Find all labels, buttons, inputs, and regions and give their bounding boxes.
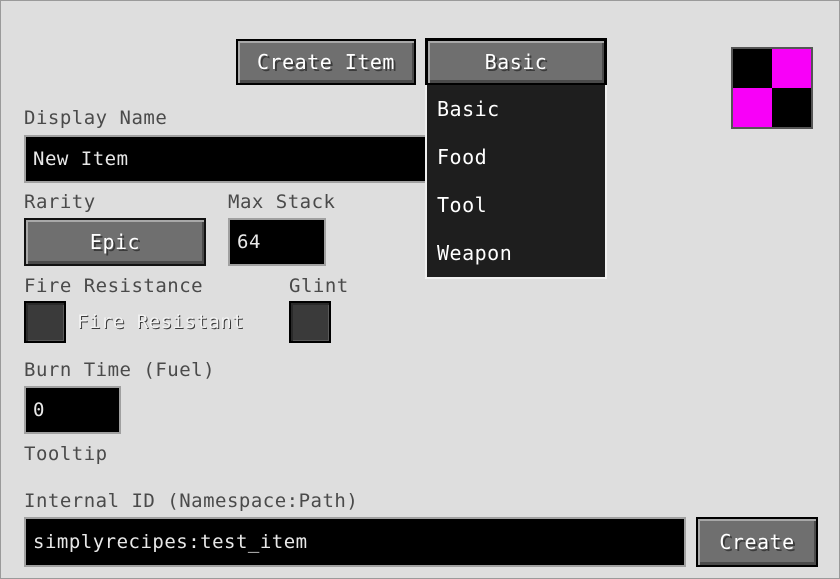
item-type-select[interactable]: Basic [426,39,606,85]
item-type-dropdown: Basic Food Tool Weapon [425,85,607,279]
editor-panel: Create Item Basic Display Name New Item … [0,0,840,579]
fire-resistance-label: Fire Resistance [24,275,204,297]
max-stack-input[interactable]: 64 [228,218,326,266]
max-stack-label: Max Stack [228,191,336,213]
display-name-label: Display Name [24,107,168,129]
fire-resistant-checkbox-label: Fire Resistant [77,311,245,333]
display-name-input[interactable]: New Item [24,135,428,183]
missing-texture-icon [731,47,813,129]
preview-cell-black-2 [772,88,811,127]
dropdown-option-basic[interactable]: Basic [437,97,500,121]
create-button[interactable]: Create [696,517,818,567]
preview-cell-magenta-1 [772,49,811,88]
dropdown-option-tool[interactable]: Tool [437,193,487,217]
preview-cell-black-1 [733,49,772,88]
preview-cell-magenta-2 [733,88,772,127]
rarity-label: Rarity [24,191,96,213]
burn-time-label: Burn Time (Fuel) [24,359,216,381]
create-item-button[interactable]: Create Item [236,39,416,85]
tooltip-label: Tooltip [24,443,108,465]
dropdown-option-food[interactable]: Food [437,145,487,169]
fire-resistant-checkbox[interactable] [24,301,66,343]
burn-time-input[interactable]: 0 [24,386,121,434]
glint-checkbox[interactable] [289,301,331,343]
glint-label: Glint [289,275,349,297]
dropdown-option-weapon[interactable]: Weapon [437,241,512,265]
rarity-button[interactable]: Epic [24,218,206,266]
internal-id-label: Internal ID (Namespace:Path) [24,490,359,512]
internal-id-input[interactable]: simplyrecipes:test_item [24,517,686,567]
